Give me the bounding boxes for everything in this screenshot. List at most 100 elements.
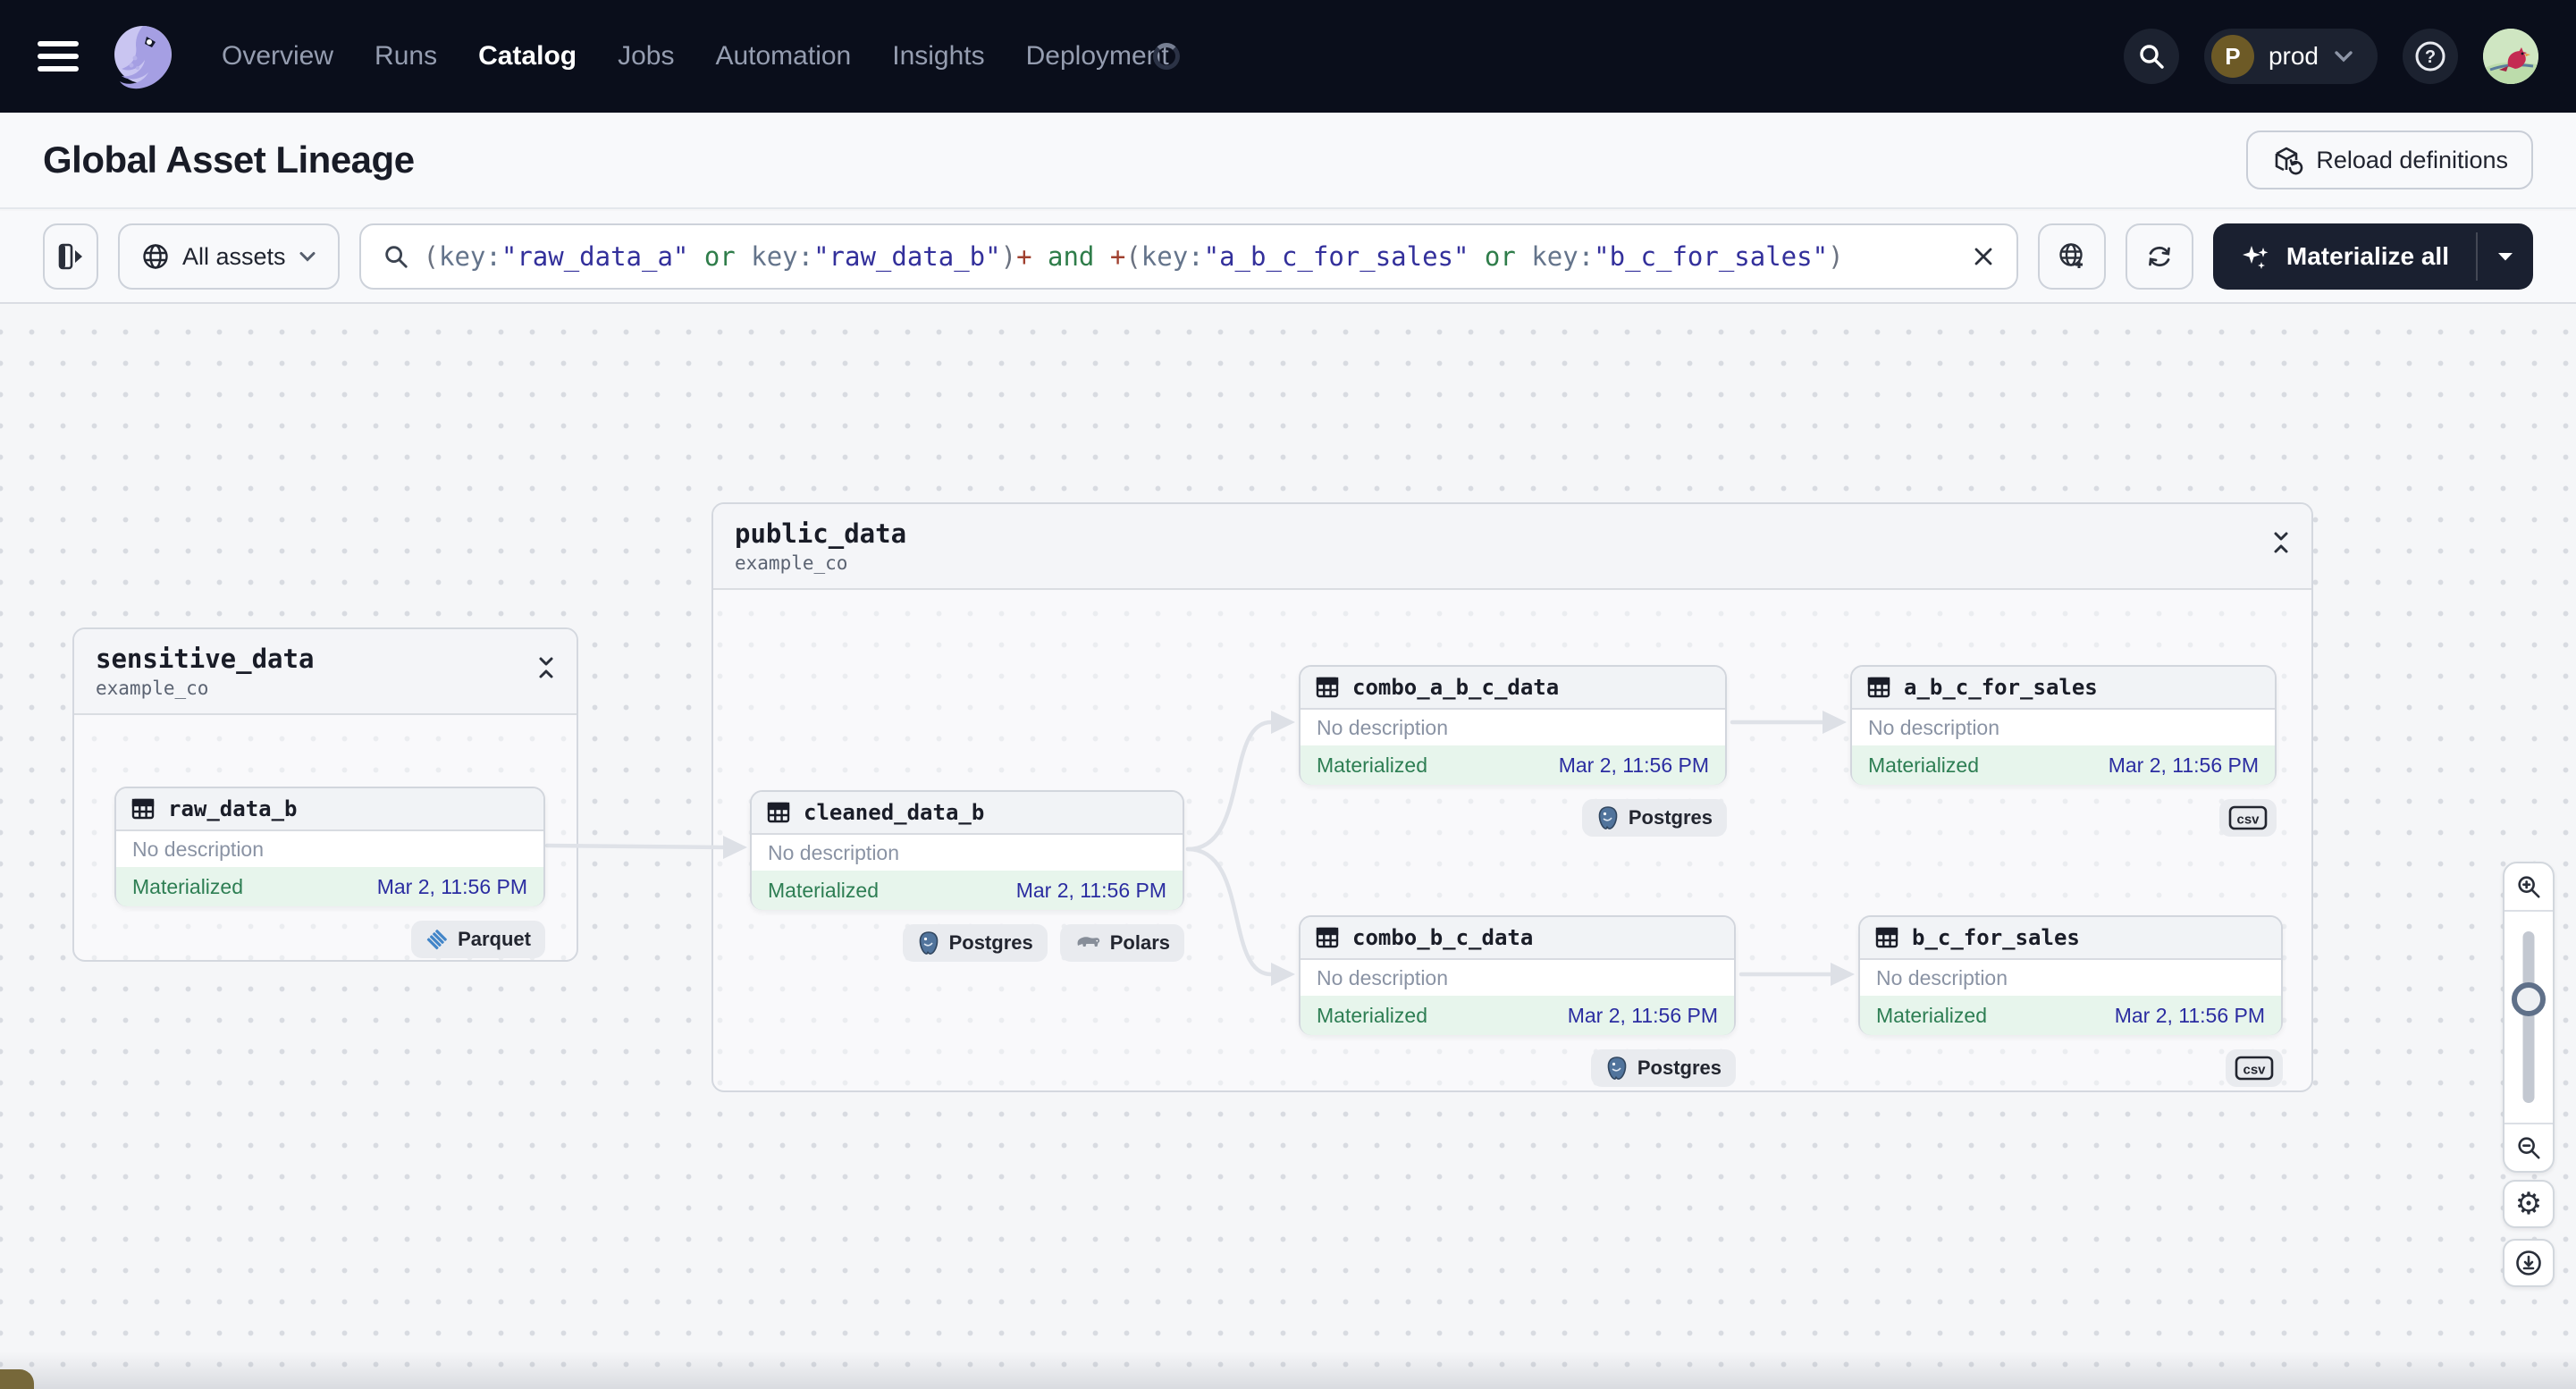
asset-name: b_c_for_sales <box>1912 925 2080 950</box>
polars-badge: Polars <box>1059 924 1184 962</box>
asset-scope-dropdown[interactable]: All assets <box>118 223 340 290</box>
top-nav-bar: Overview Runs Catalog Jobs Automation Insight… <box>0 0 2576 113</box>
asset-group-header[interactable]: public_data example_co <box>713 504 2311 590</box>
status-timestamp: Mar 2, 11:56 PM <box>1567 1003 1718 1027</box>
workspace-name: prod <box>2268 42 2319 70</box>
zoom-slider[interactable] <box>2504 912 2553 1123</box>
postgres-badge: Postgres <box>1590 1049 1736 1087</box>
zoom-in-button[interactable] <box>2504 863 2553 912</box>
status-label: Materialized <box>132 874 243 898</box>
search-query[interactable]: (key:"raw_data_a" or key:"raw_data_b")+ … <box>424 241 1957 272</box>
hamburger-menu-icon[interactable] <box>38 41 79 72</box>
parquet-icon <box>425 928 449 951</box>
sparkles-icon <box>2240 240 2272 273</box>
asset-badges: Postgres <box>1299 1049 1736 1087</box>
table-icon <box>1315 925 1340 950</box>
materialize-all-button[interactable]: Materialize all <box>2212 223 2533 290</box>
asset-description: No description <box>1317 715 1449 739</box>
gear-icon: ⚙ <box>2514 1187 2543 1221</box>
clear-search-icon[interactable] <box>1972 245 1995 268</box>
dagster-logo-icon[interactable] <box>105 19 181 94</box>
nav-item-deployment[interactable]: Deployment <box>1026 41 1169 72</box>
nav-item-insights[interactable]: Insights <box>892 41 984 72</box>
asset-search-input[interactable]: (key:"raw_data_a" or key:"raw_data_b")+ … <box>358 223 2018 290</box>
asset-node-raw_data_b[interactable]: raw_data_b No description Materialized M… <box>114 787 545 906</box>
asset-status-row[interactable]: Materialized Mar 2, 11:56 PM <box>1301 996 1734 1035</box>
table-icon <box>766 800 791 825</box>
asset-status-row[interactable]: Materialized Mar 2, 11:56 PM <box>1852 745 2275 785</box>
nav-item-overview[interactable]: Overview <box>222 41 333 72</box>
asset-node-cleaned_data_b[interactable]: cleaned_data_b No description Materializ… <box>750 790 1184 910</box>
globe-icon <box>141 242 170 271</box>
asset-node-a_b_c_for_sales[interactable]: a_b_c_for_sales No description Materiali… <box>1850 665 2277 785</box>
badge-label: Parquet <box>458 928 531 950</box>
zoom-slider-track[interactable] <box>2522 931 2535 1103</box>
reload-definitions-button[interactable]: Reload definitions <box>2246 130 2533 189</box>
status-timestamp: Mar 2, 11:56 PM <box>2108 753 2259 777</box>
asset-node-combo_b_c_data[interactable]: combo_b_c_data No description Materializ… <box>1299 915 1736 1035</box>
group-title: sensitive_data <box>96 644 315 674</box>
asset-description: No description <box>768 840 900 864</box>
nav-item-catalog[interactable]: Catalog <box>478 41 577 72</box>
nav-item-automation[interactable]: Automation <box>715 41 851 72</box>
status-timestamp: Mar 2, 11:56 PM <box>376 874 527 898</box>
csv-icon: csv <box>2235 1055 2274 1082</box>
table-icon <box>130 796 156 821</box>
workspace-avatar: P <box>2210 35 2254 78</box>
status-timestamp: Mar 2, 11:56 PM <box>1015 878 1166 902</box>
zoom-out-icon <box>2515 1134 2542 1161</box>
status-label: Materialized <box>1868 753 1979 777</box>
asset-description: No description <box>132 837 265 861</box>
chevron-down-icon <box>2333 49 2354 63</box>
svg-text:?: ? <box>2425 47 2436 67</box>
asset-status-row[interactable]: Materialized Mar 2, 11:56 PM <box>116 867 543 906</box>
polars-icon <box>1074 933 1101 953</box>
graph-settings-button[interactable]: ⚙ <box>2503 1180 2555 1228</box>
asset-node-b_c_for_sales[interactable]: b_c_for_sales No description Materialize… <box>1858 915 2283 1035</box>
user-avatar[interactable] <box>2483 29 2538 84</box>
asset-status-row[interactable]: Materialized Mar 2, 11:56 PM <box>1860 996 2281 1035</box>
search-button[interactable] <box>2123 29 2179 84</box>
asset-description: No description <box>1868 715 2000 739</box>
nav-item-jobs[interactable]: Jobs <box>618 41 674 72</box>
nav-menu: Overview Runs Catalog Jobs Automation Insight… <box>222 41 1169 72</box>
refresh-icon <box>2144 241 2175 272</box>
asset-badges: csv <box>1858 1049 2283 1087</box>
collapse-group-icon[interactable] <box>535 654 557 681</box>
help-button[interactable]: ? <box>2403 29 2458 84</box>
asset-group-header[interactable]: sensitive_data example_co <box>74 629 577 715</box>
asset-description: No description <box>1876 965 2008 989</box>
asset-name: cleaned_data_b <box>804 800 985 825</box>
csv-badge: csv <box>2226 1049 2283 1087</box>
asset-status-row[interactable]: Materialized Mar 2, 11:56 PM <box>752 871 1183 910</box>
canvas-bottom-shadow <box>0 1351 2576 1389</box>
badge-label: Postgres <box>948 931 1033 954</box>
refresh-button[interactable] <box>2125 223 2193 290</box>
zoom-slider-handle[interactable] <box>2512 982 2546 1016</box>
collapse-group-icon[interactable] <box>2270 529 2292 556</box>
asset-status-row[interactable]: Materialized Mar 2, 11:56 PM <box>1301 745 1725 785</box>
postgres-badge: Postgres <box>902 924 1048 962</box>
csv-icon: csv <box>2228 804 2268 831</box>
materialize-all-label: Materialize all <box>2286 242 2449 270</box>
filter-to-selection-button[interactable] <box>2037 223 2106 290</box>
lineage-canvas[interactable]: sensitive_data example_co public_data ex… <box>0 304 2576 1389</box>
zoom-out-button[interactable] <box>2504 1123 2553 1171</box>
materialize-options-caret[interactable] <box>2478 223 2533 290</box>
postgres-icon <box>1605 1056 1629 1081</box>
download-image-button[interactable] <box>2503 1239 2555 1287</box>
open-sidebar-button[interactable] <box>43 223 98 290</box>
zoom-in-icon <box>2515 873 2542 900</box>
bottom-left-partial-element <box>0 1369 34 1389</box>
group-subtitle: example_co <box>96 678 209 699</box>
postgres-badge: Postgres <box>1581 799 1727 837</box>
search-icon <box>2137 42 2166 71</box>
workspace-selector[interactable]: P prod <box>2203 29 2378 84</box>
open-panel-icon <box>56 242 85 271</box>
nav-item-runs[interactable]: Runs <box>375 41 437 72</box>
asset-badges: Parquet <box>114 921 545 958</box>
asset-description: No description <box>1317 965 1449 989</box>
asset-node-combo_a_b_c_data[interactable]: combo_a_b_c_data No description Material… <box>1299 665 1727 785</box>
asset-badges: Postgres <box>1299 799 1727 837</box>
asset-name: combo_b_c_data <box>1352 925 1534 950</box>
